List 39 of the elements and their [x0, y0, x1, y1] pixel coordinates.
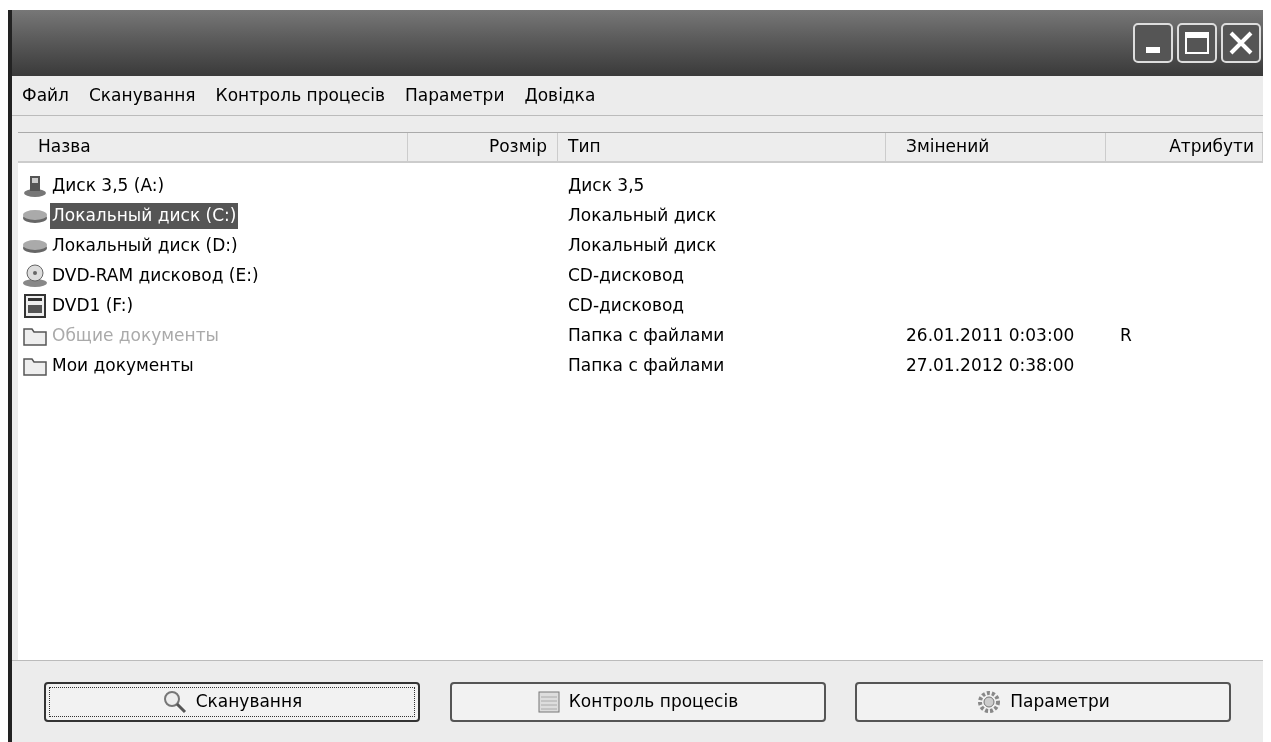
- menu-item[interactable]: Файл: [22, 82, 69, 109]
- toolbar-button[interactable]: Контроль процесів: [449, 681, 826, 722]
- drive-icon: [22, 173, 48, 199]
- column-header[interactable]: Тип: [558, 133, 886, 161]
- window-icon: [536, 689, 561, 714]
- column-header[interactable]: Розмір: [408, 133, 558, 161]
- menu-item[interactable]: Довідка: [524, 82, 596, 109]
- table-cell: 27.01.2012 0:38:00: [906, 355, 1075, 376]
- settings-icon: [976, 688, 1003, 715]
- file-name[interactable]: Мои документы: [50, 353, 196, 379]
- table-cell: R: [1120, 325, 1132, 346]
- menu-item[interactable]: Параметри: [405, 82, 505, 109]
- file-name[interactable]: Локальный диск (C:): [50, 203, 239, 229]
- file-name[interactable]: DVD1 (F:): [50, 293, 136, 319]
- disc-drive-icon: [22, 263, 48, 289]
- toolbar-button[interactable]: Параметри: [855, 681, 1231, 722]
- minimize-button[interactable]: [1133, 23, 1173, 63]
- close-button[interactable]: [1221, 23, 1261, 63]
- column-header[interactable]: Атрибути: [1106, 133, 1263, 161]
- search-icon: [161, 688, 188, 715]
- table-cell-text: CD-дисковод: [567, 264, 686, 288]
- table-cell-text: Локальный диск: [567, 234, 718, 258]
- close-icon: [1228, 30, 1254, 56]
- file-name[interactable]: DVD-RAM дисковод (E:): [50, 263, 261, 289]
- menu-item[interactable]: Сканування: [88, 82, 196, 109]
- column-header[interactable]: Змінений: [886, 133, 1106, 161]
- table-cell-text: Папка с файлами: [567, 324, 726, 348]
- file-name[interactable]: Диск 3,5 (A:): [50, 173, 167, 199]
- table-cell-text: Локальный диск: [567, 204, 718, 228]
- table-cell-text: CD-дисковод: [567, 294, 686, 318]
- table-cell-text: Папка с файлами: [567, 354, 726, 378]
- file-name[interactable]: Локальный диск (D:): [50, 233, 240, 259]
- maximize-button[interactable]: [1177, 23, 1217, 63]
- toolbar-button[interactable]: Сканування: [44, 681, 420, 722]
- media-icon: [22, 293, 48, 319]
- column-header[interactable]: Назва: [18, 133, 408, 161]
- table-cell-text: Диск 3,5: [567, 174, 646, 198]
- table-cell: 26.01.2011 0:03:00: [906, 325, 1075, 346]
- menu-item[interactable]: Контроль процесів: [215, 82, 385, 109]
